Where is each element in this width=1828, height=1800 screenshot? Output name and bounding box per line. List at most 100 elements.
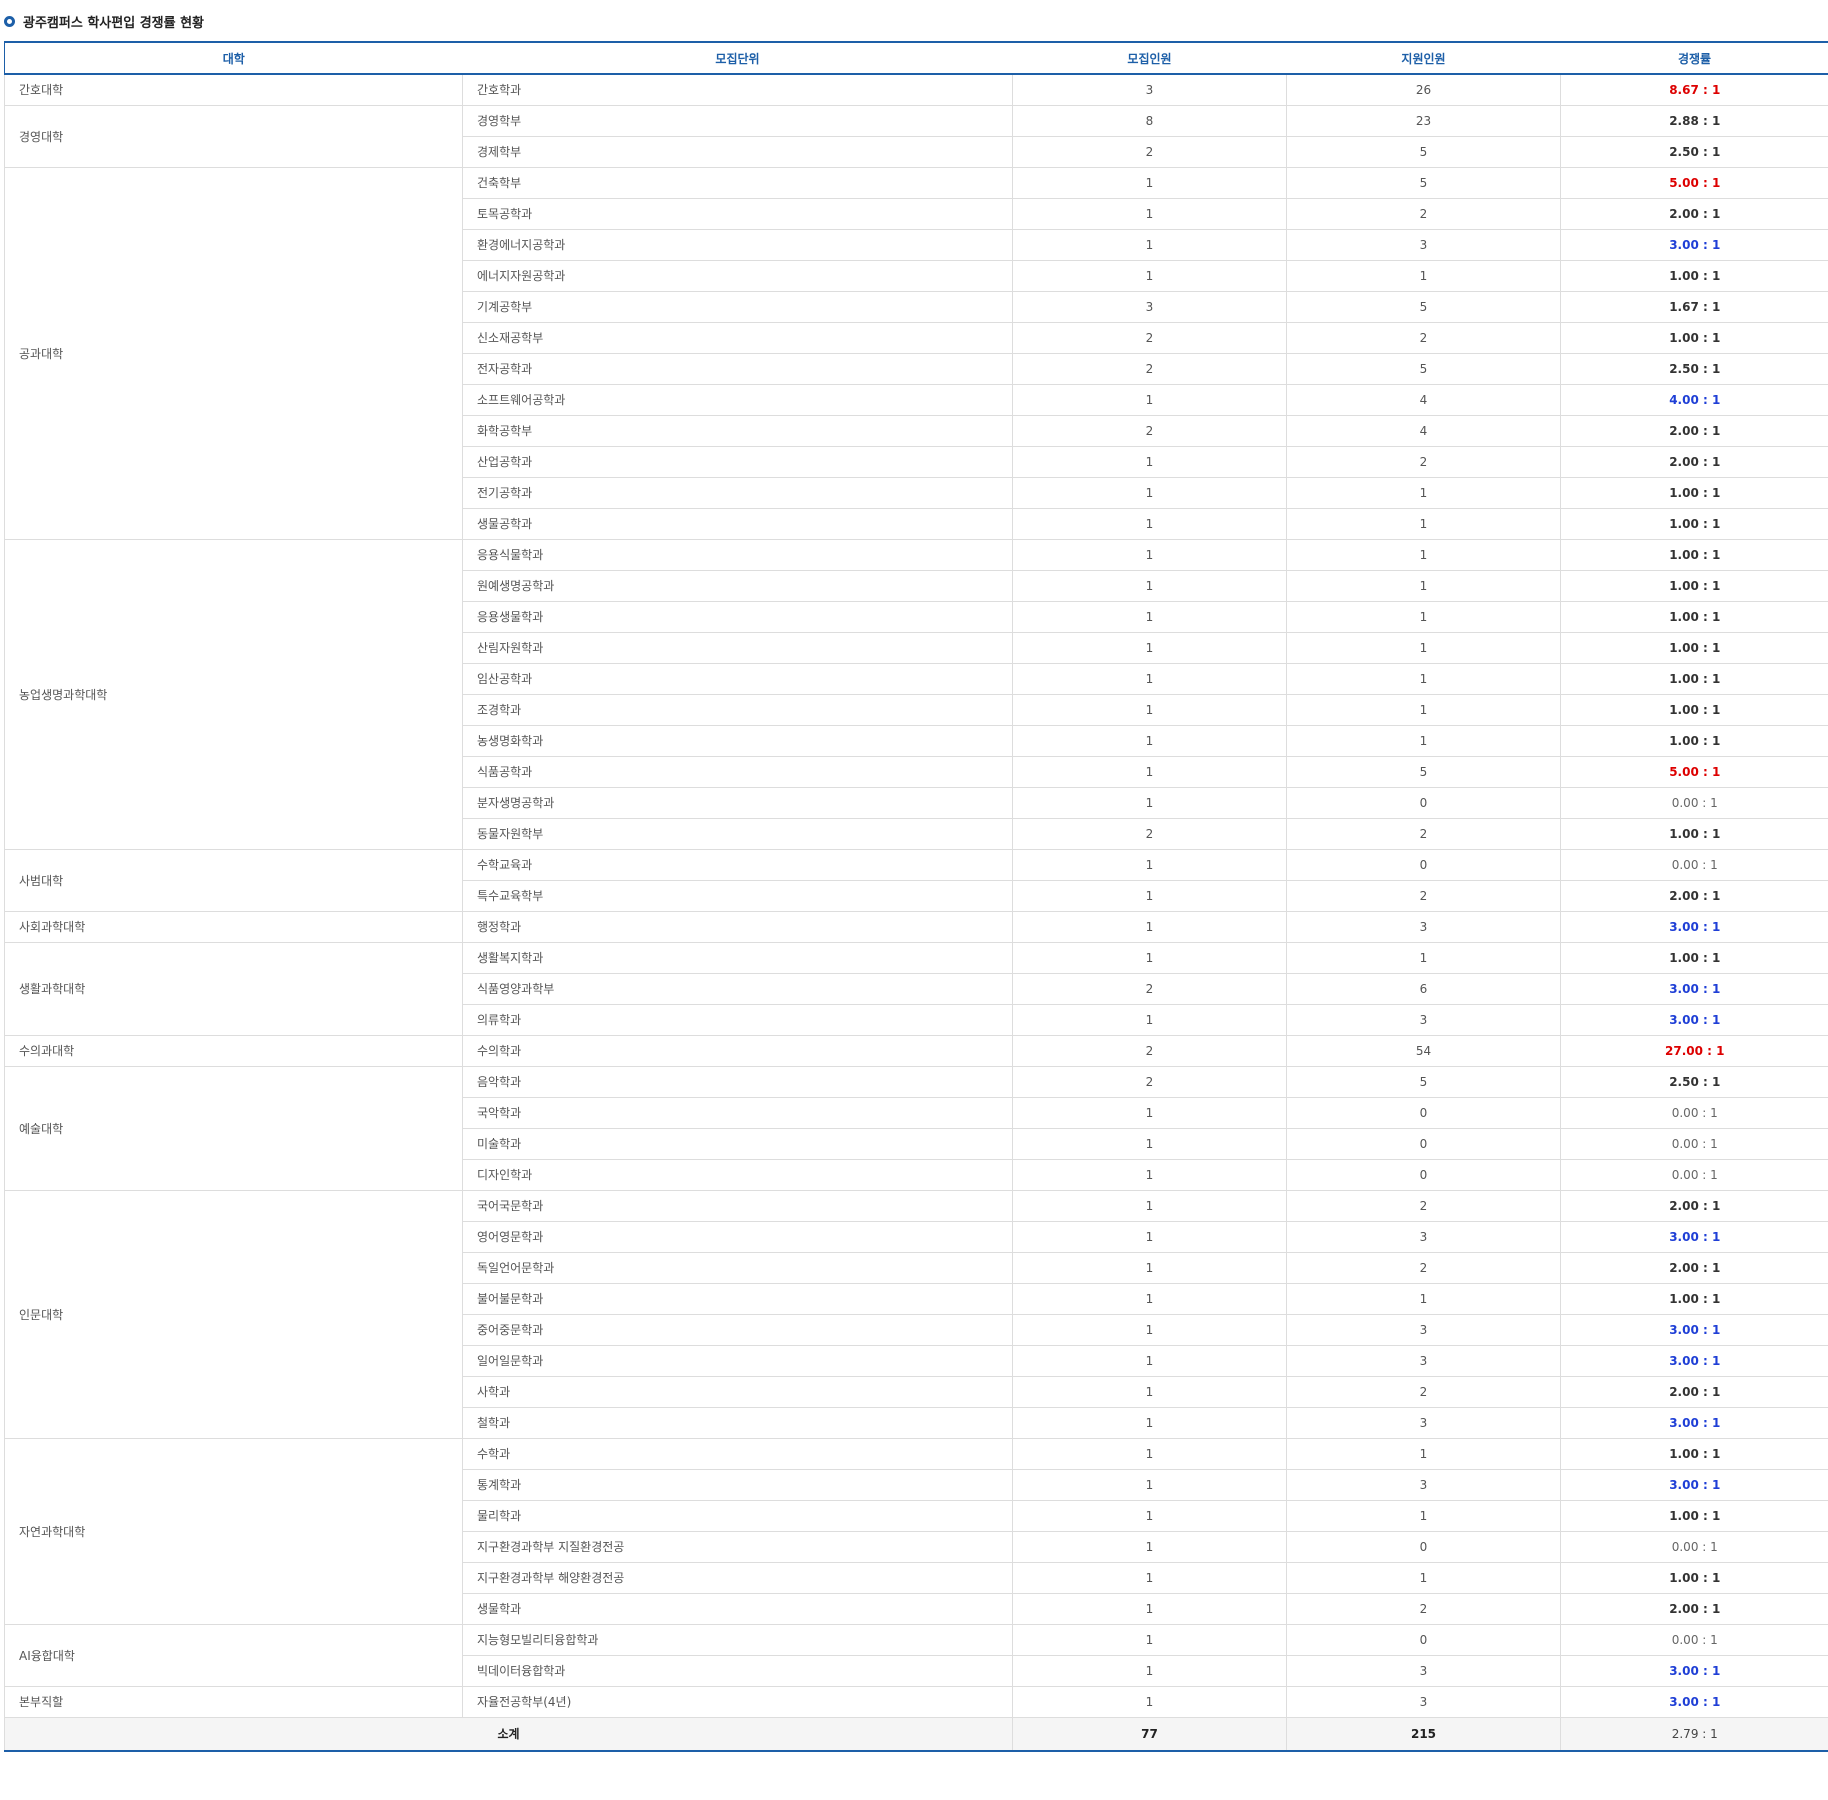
applicants-cell: 0 (1286, 1097, 1561, 1129)
applicants-cell: 2 (1286, 446, 1561, 478)
rate-cell: 2.00 : 1 (1560, 198, 1828, 230)
circle-bullet-icon (4, 15, 15, 27)
rate-cell: 4.00 : 1 (1560, 384, 1828, 416)
quota-cell: 1 (1012, 1097, 1287, 1129)
unit-cell: 영어영문학과 (462, 1221, 1013, 1253)
rate-cell: 2.50 : 1 (1560, 1066, 1828, 1098)
applicants-cell: 3 (1286, 1345, 1561, 1377)
unit-cell: 생활복지학과 (462, 942, 1013, 974)
table-body: 간호대학 간호학과 3 26 8.67 : 1 경영대학 경영학부 8 23 2.88 : 1 경제… (4, 74, 1828, 1718)
quota-cell: 1 (1012, 384, 1287, 416)
unit-cell: 임산공학과 (462, 663, 1013, 695)
college-cell: 사범대학 (4, 849, 463, 912)
rate-cell: 2.00 : 1 (1560, 1376, 1828, 1408)
quota-cell: 2 (1012, 818, 1287, 850)
unit-cell: 산업공학과 (462, 446, 1013, 478)
quota-cell: 1 (1012, 1283, 1287, 1315)
quota-cell: 1 (1012, 1655, 1287, 1687)
applicants-cell: 2 (1286, 1190, 1561, 1222)
unit-cell: 수학교육과 (462, 849, 1013, 881)
applicants-cell: 1 (1286, 942, 1561, 974)
rate-cell: 1.00 : 1 (1560, 694, 1828, 726)
college-cell: 공과대학 (4, 167, 463, 540)
applicants-cell: 2 (1286, 1376, 1561, 1408)
applicants-cell: 1 (1286, 508, 1561, 540)
total-label: 소계 (4, 1716, 1013, 1752)
rate-cell: 3.00 : 1 (1560, 973, 1828, 1005)
rate-cell: 1.00 : 1 (1560, 1562, 1828, 1594)
competition-rate-table: 대학 모집단위 모집인원 지원인원 경쟁률 간호대학 간호학과 3 26 8.67 : … (4, 41, 1828, 1752)
rate-cell: 1.00 : 1 (1560, 942, 1828, 974)
applicants-cell: 1 (1286, 570, 1561, 602)
college-cell: 예술대학 (4, 1066, 463, 1191)
applicants-cell: 5 (1286, 353, 1561, 385)
quota-cell: 1 (1012, 1438, 1287, 1470)
applicants-cell: 1 (1286, 694, 1561, 726)
unit-cell: 음악학과 (462, 1066, 1013, 1098)
rate-cell: 2.88 : 1 (1560, 105, 1828, 137)
quota-cell: 1 (1012, 1562, 1287, 1594)
header-college: 대학 (4, 41, 463, 75)
applicants-cell: 23 (1286, 105, 1561, 137)
rate-cell: 2.00 : 1 (1560, 880, 1828, 912)
applicants-cell: 0 (1286, 849, 1561, 881)
header-applicants: 지원인원 (1286, 41, 1561, 75)
rate-cell: 0.00 : 1 (1560, 849, 1828, 881)
quota-cell: 1 (1012, 1469, 1287, 1501)
rate-cell: 3.00 : 1 (1560, 1686, 1828, 1718)
applicants-cell: 2 (1286, 1252, 1561, 1284)
quota-cell: 1 (1012, 756, 1287, 788)
quota-cell: 2 (1012, 973, 1287, 1005)
applicants-cell: 5 (1286, 756, 1561, 788)
quota-cell: 1 (1012, 1376, 1287, 1408)
quota-cell: 1 (1012, 849, 1287, 881)
unit-cell: 소프트웨어공학과 (462, 384, 1013, 416)
college-cell: 사회과학대학 (4, 911, 463, 943)
rate-cell: 2.00 : 1 (1560, 446, 1828, 478)
rate-cell: 1.00 : 1 (1560, 632, 1828, 664)
rate-cell: 3.00 : 1 (1560, 1314, 1828, 1346)
unit-cell: 중어중문학과 (462, 1314, 1013, 1346)
rate-cell: 1.00 : 1 (1560, 477, 1828, 509)
unit-cell: 화학공학부 (462, 415, 1013, 447)
applicants-cell: 2 (1286, 1593, 1561, 1625)
applicants-cell: 1 (1286, 601, 1561, 633)
table-row: 예술대학 음악학과 2 5 2.50 : 1 (4, 1066, 1828, 1191)
quota-cell: 2 (1012, 322, 1287, 354)
quota-cell: 8 (1012, 105, 1287, 137)
rate-cell: 2.00 : 1 (1560, 415, 1828, 447)
applicants-cell: 0 (1286, 1128, 1561, 1160)
quota-cell: 1 (1012, 1531, 1287, 1563)
unit-cell: 사학과 (462, 1376, 1013, 1408)
unit-cell: 의류학과 (462, 1004, 1013, 1036)
quota-cell: 1 (1012, 260, 1287, 292)
quota-cell: 1 (1012, 167, 1287, 199)
college-cell: 경영대학 (4, 105, 463, 168)
unit-cell: 자율전공학부(4년) (462, 1686, 1013, 1718)
unit-cell: 국악학과 (462, 1097, 1013, 1129)
table-row: 간호대학 간호학과 3 26 8.67 : 1 (4, 74, 1828, 106)
quota-cell: 1 (1012, 911, 1287, 943)
rate-cell: 0.00 : 1 (1560, 1128, 1828, 1160)
section-heading: 광주캠퍼스 학사편입 경쟁률 현황 (4, 10, 204, 32)
quota-cell: 1 (1012, 229, 1287, 261)
rate-cell: 1.00 : 1 (1560, 1500, 1828, 1532)
rate-cell: 0.00 : 1 (1560, 787, 1828, 819)
table-row: AI융합대학 지능형모빌리티융합학과 1 0 0.00 : 1 (4, 1624, 1828, 1687)
applicants-cell: 4 (1286, 384, 1561, 416)
header-unit: 모집단위 (462, 41, 1013, 75)
rate-cell: 1.00 : 1 (1560, 725, 1828, 757)
unit-cell: 지구환경과학부 지질환경전공 (462, 1531, 1013, 1563)
college-cell: 본부직할 (4, 1686, 463, 1718)
quota-cell: 2 (1012, 353, 1287, 385)
unit-cell: 수학과 (462, 1438, 1013, 1470)
rate-cell: 1.00 : 1 (1560, 260, 1828, 292)
table-row: 농업생명과학대학 응용식물학과 1 1 1.00 : 1 (4, 539, 1828, 850)
table-footer: 소계 77 215 2.79 : 1 (4, 1716, 1828, 1752)
unit-cell: 동물자원학부 (462, 818, 1013, 850)
applicants-cell: 2 (1286, 880, 1561, 912)
rate-cell: 0.00 : 1 (1560, 1624, 1828, 1656)
college-cell: 생활과학대학 (4, 942, 463, 1036)
quota-cell: 1 (1012, 1593, 1287, 1625)
unit-cell: 응용식물학과 (462, 539, 1013, 571)
